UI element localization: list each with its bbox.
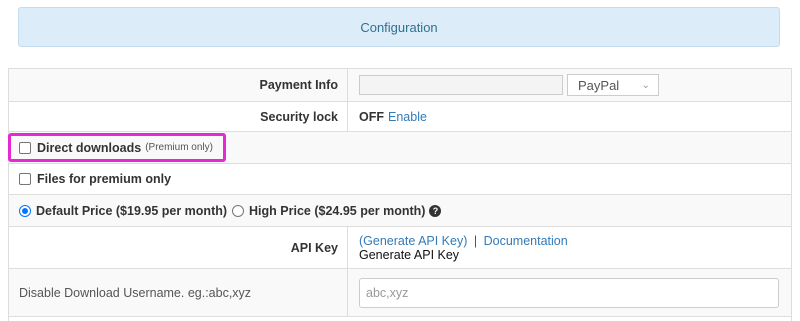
security-lock-status: OFF xyxy=(359,109,384,124)
question-circle-icon[interactable]: ? xyxy=(429,204,442,217)
pricing-row: Default Price ($19.95 per month) High Pr… xyxy=(9,195,791,227)
payment-info-input[interactable] xyxy=(359,75,563,95)
banner-title: Configuration xyxy=(360,19,438,35)
disable-download-input[interactable]: abc,xyz xyxy=(359,277,779,308)
generate-api-key-link[interactable]: (Generate API Key) xyxy=(359,234,467,248)
documentation-link[interactable]: Documentation xyxy=(484,234,568,248)
settings-table: Payment Info PayPal ⌄ Security lock OFF … xyxy=(8,68,792,321)
api-key-label: API Key xyxy=(9,227,348,268)
payment-method-value: PayPal xyxy=(578,77,620,93)
disable-download-label: Disable Download Username. eg.:abc,xyz xyxy=(9,269,348,316)
link-separator: | xyxy=(473,233,478,248)
high-price-radio[interactable] xyxy=(232,204,245,217)
disable-download-row: Disable Download Username. eg.:abc,xyz a… xyxy=(9,269,791,317)
premium-files-label: Files for premium only xyxy=(37,172,172,186)
high-price-label: High Price ($24.95 per month) xyxy=(249,203,426,218)
payment-method-select[interactable]: PayPal ⌄ xyxy=(567,74,659,96)
payment-info-row: Payment Info PayPal ⌄ xyxy=(9,69,791,102)
default-price-label: Default Price ($19.95 per month) xyxy=(36,203,228,218)
chevron-down-icon: ⌄ xyxy=(641,79,650,91)
api-key-value: Generate API Key xyxy=(359,247,460,262)
security-lock-row: Security lock OFF Enable xyxy=(9,102,791,132)
premium-files-row: Files for premium only xyxy=(9,164,791,195)
api-key-row: API Key (Generate API Key) | Documentati… xyxy=(9,227,791,269)
security-lock-label: Security lock xyxy=(9,102,348,131)
configuration-banner: Configuration xyxy=(18,7,780,47)
premium-files-checkbox[interactable] xyxy=(19,173,31,185)
highlight-box xyxy=(8,133,226,162)
default-price-radio[interactable] xyxy=(19,204,31,217)
enable-security-link[interactable]: Enable xyxy=(388,110,427,124)
payment-info-label: Payment Info xyxy=(9,69,348,101)
disable-download-placeholder: abc,xyz xyxy=(366,285,409,300)
